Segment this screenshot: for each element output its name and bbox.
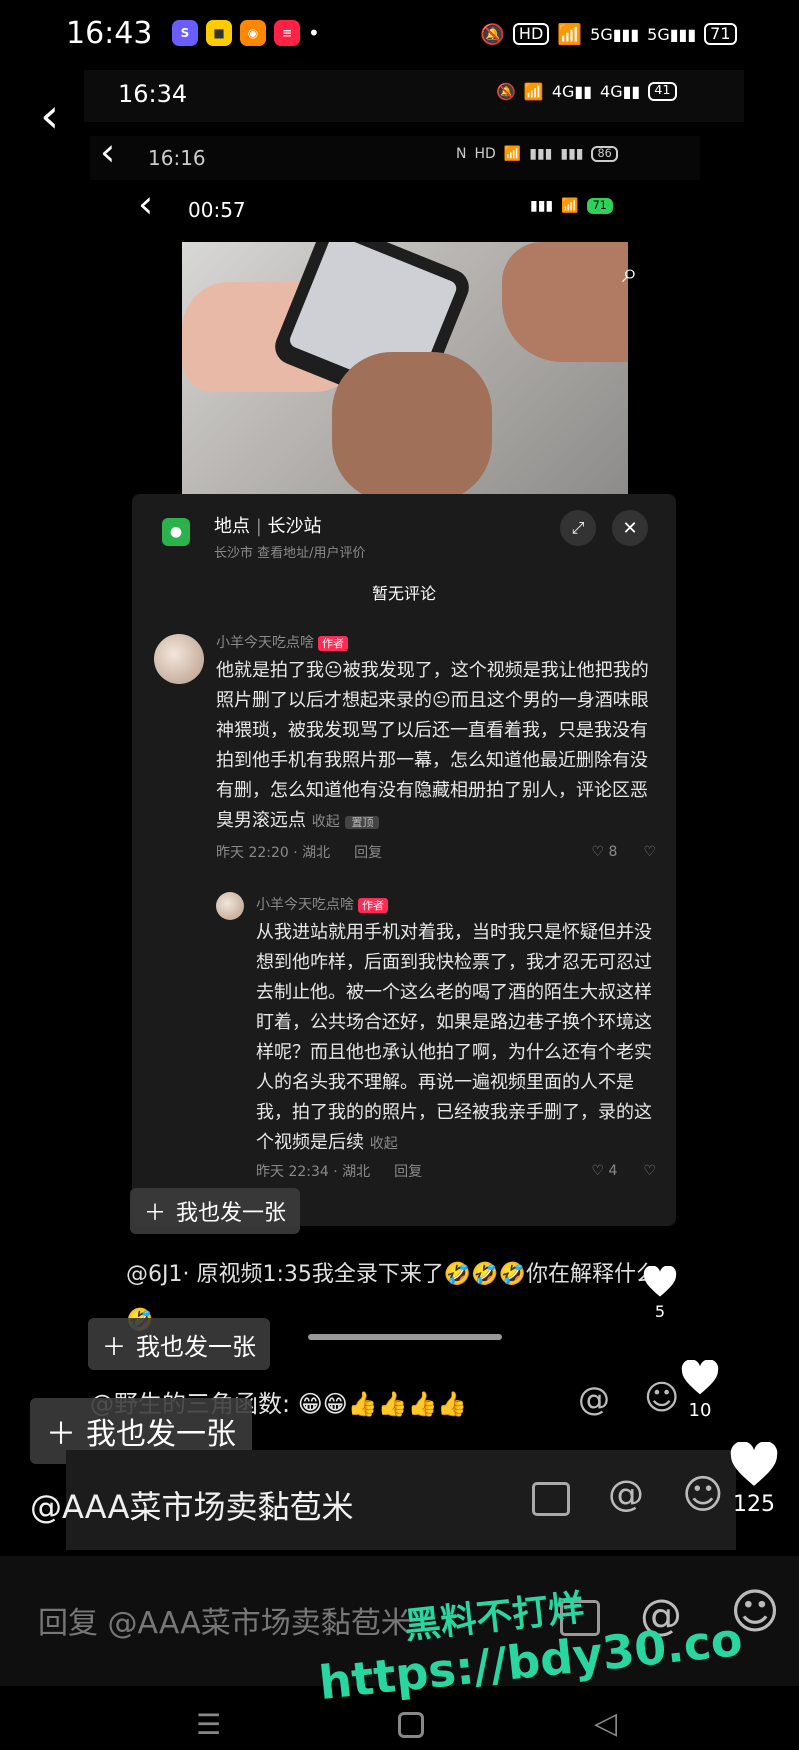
comment-text: 他就是拍了我😐被我发现了，这个视频是我让他把我的照片删了以后才想起来录的😐而且这… (216, 660, 649, 831)
battery-icon-2: 41 (648, 82, 677, 101)
heart-outline-icon: ♡ (591, 844, 605, 860)
no-comments-label: 暂无评论 (371, 584, 436, 603)
status-bar-1: 16:43 S ■ ◉ ≡ • 🔕 HD 📶 5G▮▮▮ 5G▮▮▮ 71 (0, 0, 799, 70)
comment-author[interactable]: 小羊今天吃点啥 作者 (256, 894, 656, 914)
like-button-5[interactable]: 125 (726, 1441, 782, 1517)
signal-icon: ▮▮▮ (530, 198, 554, 215)
more-dot-icon: • (308, 21, 320, 45)
wifi-icon: 📶 (523, 82, 544, 101)
app-icon-3: ◉ (240, 20, 266, 46)
heart-icon (681, 1359, 719, 1395)
status-icons-1: 🔕 HD 📶 5G▮▮▮ 5G▮▮▮ 71 (480, 22, 737, 46)
avatar[interactable] (216, 892, 244, 920)
back-button-1[interactable]: ‹ (40, 88, 59, 144)
heart-outline-icon: ♡ (591, 1163, 605, 1179)
comment-text: 从我进站就用手机对着我，当时我只是怀疑但并没想到他咋样，后面到我快检票了，我才忍… (256, 922, 652, 1153)
status-bar-2: 16:34 🔕 📶 4G▮▮ 4G▮▮ 41 (84, 70, 744, 122)
hd-icon: HD (512, 23, 550, 45)
battery-icon-4: 71 (586, 198, 613, 215)
signal-icon-2: 5G▮▮▮ (647, 24, 697, 44)
hand-shape (332, 352, 492, 494)
status-bar-3: ‹ 16:16 N HD 📶 ▮▮▮ ▮▮▮ 86 (90, 130, 700, 180)
search-icon[interactable]: ⌕ (622, 256, 638, 290)
comment-author[interactable]: 小羊今天吃点啥 作者 (216, 632, 656, 652)
heart-icon (643, 1265, 677, 1297)
plus-icon: ＋ (46, 1417, 76, 1452)
status-icons-2: 🔕 📶 4G▮▮ 4G▮▮ 41 (496, 82, 677, 101)
app-icon-1: S (172, 20, 198, 46)
status-time-1: 16:43 (66, 16, 153, 51)
reply-button[interactable]: 回复 (394, 1161, 422, 1181)
notification-app-icons: S ■ ◉ ≡ • (172, 20, 320, 46)
signal-icon-1: 5G▮▮▮ (590, 24, 640, 44)
back-button-2[interactable]: ‹ (100, 130, 115, 174)
app-icon-2: ■ (206, 20, 232, 46)
hd-icon: HD (474, 146, 496, 163)
close-icon[interactable]: ✕ (612, 510, 648, 546)
location-pin-icon: ● (162, 518, 190, 546)
like-button-3[interactable]: 5 (640, 1265, 680, 1321)
emoji-icon[interactable]: ☺ (682, 1472, 724, 1518)
wifi-icon: 📶 (561, 198, 579, 215)
video-thumbnail[interactable] (182, 242, 628, 494)
scroll-indicator (308, 1334, 502, 1340)
status-icons-4: ▮▮▮ 📶 71 (530, 198, 613, 215)
repost-button-2[interactable]: ＋我也发一张 (88, 1318, 270, 1370)
comment-1: 小羊今天吃点啥 作者 他就是拍了我😐被我发现了，这个视频是我让他把我的照片删了以后… (216, 632, 656, 862)
plus-icon: ＋ (144, 1201, 167, 1226)
battery-icon-3: 86 (591, 146, 618, 163)
status-time-3: 16:16 (148, 146, 206, 170)
status-time-4: 00:57 (188, 198, 246, 222)
expand-icon[interactable]: ⤢ (560, 510, 596, 546)
status-time-2: 16:34 (118, 80, 188, 108)
status-icons-3: N HD 📶 ▮▮▮ ▮▮▮ 86 (456, 146, 618, 163)
status-bar-4: ‹ 00:57 ▮▮▮ 📶 71 (130, 182, 650, 230)
at-icon[interactable]: @ (608, 1474, 644, 1515)
plus-icon: ＋ (102, 1332, 126, 1361)
menu-nav-button[interactable]: ☰ (196, 1708, 221, 1741)
like-button[interactable]: ♡ 4 (592, 1163, 618, 1179)
reply-input[interactable]: 回复 @AAA菜市场卖黏苞米 (38, 1598, 411, 1642)
like-button-4[interactable]: 10 (678, 1359, 722, 1421)
battery-icon-1: 71 (704, 23, 737, 45)
avatar[interactable] (154, 634, 204, 684)
wifi-icon: 📶 (557, 22, 583, 46)
signal-icon: ▮▮▮ (560, 146, 584, 163)
back-button-3[interactable]: ‹ (138, 182, 153, 226)
mute-icon: 🔕 (496, 82, 516, 101)
wifi-icon: 📶 (503, 146, 522, 163)
emoji-icon[interactable]: ☺ (644, 1378, 679, 1418)
reply-button[interactable]: 回复 (354, 842, 382, 862)
location-subtitle[interactable]: 长沙市 查看地址/用户评价 (214, 542, 366, 561)
signal-icon: 4G▮▮ (551, 82, 593, 101)
at-icon[interactable]: @ (578, 1380, 610, 1418)
nfc-icon: N (456, 146, 467, 163)
home-nav-button[interactable] (398, 1712, 424, 1738)
back-nav-button[interactable]: ◁ (594, 1706, 617, 1741)
app-icon-4: ≡ (274, 20, 300, 46)
comment-time: 昨天 22:34 · 湖北 (256, 1164, 371, 1180)
heart-icon (730, 1441, 778, 1486)
comment-5: @AAA菜市场卖黏苞米 (30, 1488, 354, 1526)
like-button[interactable]: ♡ 8 (592, 844, 618, 860)
dislike-icon[interactable]: ♡ (643, 844, 656, 860)
image-icon[interactable] (532, 1482, 570, 1516)
location-title[interactable]: 地点 | 长沙站 (214, 512, 322, 538)
signal-icon: 4G▮▮ (600, 82, 641, 101)
repost-button-1[interactable]: ＋我也发一张 (130, 1188, 301, 1234)
arm-shape (502, 242, 628, 362)
signal-icon: ▮▮▮ (529, 146, 553, 163)
mute-icon: 🔕 (480, 22, 505, 46)
comment-time: 昨天 22:20 · 湖北 (216, 845, 331, 861)
comments-panel: ● 地点 | 长沙站 长沙市 查看地址/用户评价 ⤢ ✕ 暂无评论 小羊今天吃点… (132, 494, 676, 1226)
dislike-icon[interactable]: ♡ (643, 1163, 656, 1179)
comment-2: 小羊今天吃点啥 作者 从我进站就用手机对着我，当时我只是怀疑但并没想到他咋样，后面… (256, 894, 656, 1181)
